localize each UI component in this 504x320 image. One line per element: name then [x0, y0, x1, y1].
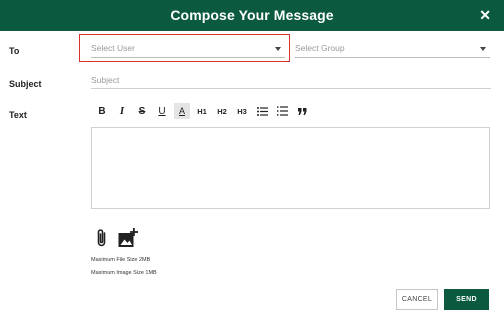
italic-button[interactable]: I [114, 103, 130, 119]
bullet-list-icon[interactable] [254, 103, 270, 119]
strikethrough-button[interactable]: S [134, 103, 150, 119]
editor-toolbar: B I S U A H1 H2 H3 [94, 102, 314, 120]
max-image-size-note: Maximum Image Size 1MB [91, 270, 157, 276]
ordered-list-icon[interactable] [274, 103, 290, 119]
blockquote-icon[interactable] [294, 103, 310, 119]
subject-input[interactable] [91, 71, 491, 89]
heading-3-button[interactable]: H3 [234, 103, 250, 119]
cancel-button[interactable]: CANCEL [396, 289, 438, 310]
heading-2-button[interactable]: H2 [214, 103, 230, 119]
message-text-editor[interactable] [91, 127, 490, 209]
dialog-header: Compose Your Message ✕ [0, 0, 504, 31]
chevron-down-icon [480, 47, 486, 51]
close-icon[interactable]: ✕ [479, 7, 491, 23]
subject-label: Subject [9, 79, 42, 89]
attachment-controls [96, 228, 149, 253]
dialog-title: Compose Your Message [170, 7, 334, 23]
max-file-size-note: Maximum File Size 2MB [91, 257, 151, 263]
heading-1-button[interactable]: H1 [194, 103, 210, 119]
select-group-placeholder: Select Group [295, 43, 345, 53]
paperclip-icon[interactable] [96, 228, 107, 253]
text-label: Text [9, 110, 27, 120]
underline-button[interactable]: U [154, 103, 170, 119]
select-user-highlight [79, 34, 290, 62]
highlight-button[interactable]: A [174, 103, 190, 119]
select-group-dropdown[interactable]: Select Group [295, 38, 490, 58]
send-button[interactable]: SEND [444, 289, 489, 310]
bold-button[interactable]: B [94, 103, 110, 119]
to-label: To [9, 46, 20, 56]
add-image-icon[interactable] [118, 228, 138, 253]
